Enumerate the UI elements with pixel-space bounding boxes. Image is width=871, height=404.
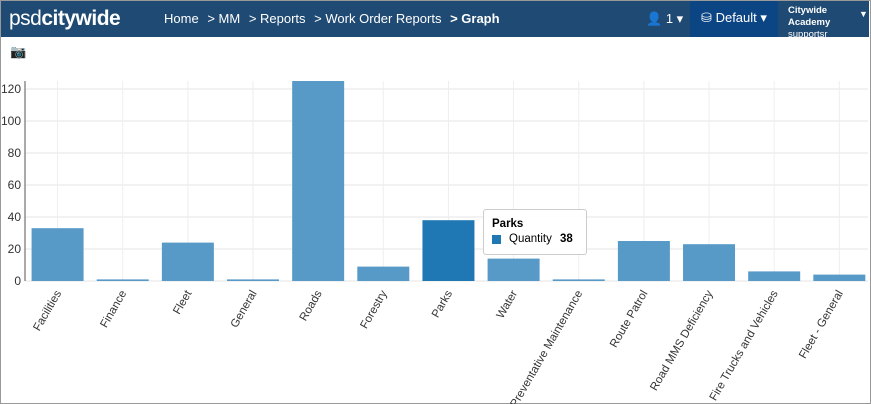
y-tick-label: 80 <box>8 146 22 160</box>
tooltip-series: Quantity <box>509 233 552 245</box>
x-tick-label: Roads <box>298 288 325 323</box>
bar-route-patrol <box>617 241 670 281</box>
bar-water <box>487 258 540 281</box>
x-tick-label: Forestry <box>358 288 390 331</box>
bar-general <box>227 279 280 281</box>
x-tick-label: Fleet - General <box>797 289 846 361</box>
bar-parks <box>422 220 475 281</box>
tooltip: Parks Quantity 38 <box>483 209 587 255</box>
y-tick-label: 40 <box>8 210 22 224</box>
bar-road-mms-deficiency <box>683 244 736 281</box>
bar-fleet <box>161 242 214 281</box>
y-tick-label: 100 <box>1 114 21 128</box>
x-tick-label: Water <box>495 288 521 320</box>
y-tick-label: 120 <box>1 82 21 96</box>
x-tick-label: Route Patrol <box>608 289 650 350</box>
x-tick-label: Parks <box>430 288 455 320</box>
bar-forestry <box>357 266 410 281</box>
x-tick-label: Road MMS Deficiency <box>648 288 715 393</box>
y-tick-label: 20 <box>8 242 22 256</box>
tooltip-title: Parks <box>492 218 524 230</box>
x-tick-label: Fleet <box>171 288 195 317</box>
bar-fleet-general <box>813 274 866 281</box>
bar-finance <box>96 279 149 281</box>
tooltip-value: 38 <box>560 233 573 245</box>
y-tick-label: 0 <box>14 274 21 288</box>
bar-chart: 0 20 40 60 80 100 120 Facilities Finance Fleet Gen… <box>1 81 868 404</box>
bar-preventative-maintenance <box>552 279 605 281</box>
bar-facilities <box>31 228 84 281</box>
x-tick-label: Finance <box>98 289 129 330</box>
x-tick-label: Preventative Maintenance <box>508 289 585 404</box>
y-tick-label: 60 <box>8 178 22 192</box>
legend-swatch <box>492 235 501 244</box>
x-tick-label: Facilities <box>31 288 64 333</box>
bar-fire-trucks-and-vehicles <box>748 271 801 281</box>
bar-roads <box>292 81 345 281</box>
x-tick-label: General <box>229 289 260 330</box>
x-tick-label: Fire Trucks and Vehicles <box>708 288 781 403</box>
